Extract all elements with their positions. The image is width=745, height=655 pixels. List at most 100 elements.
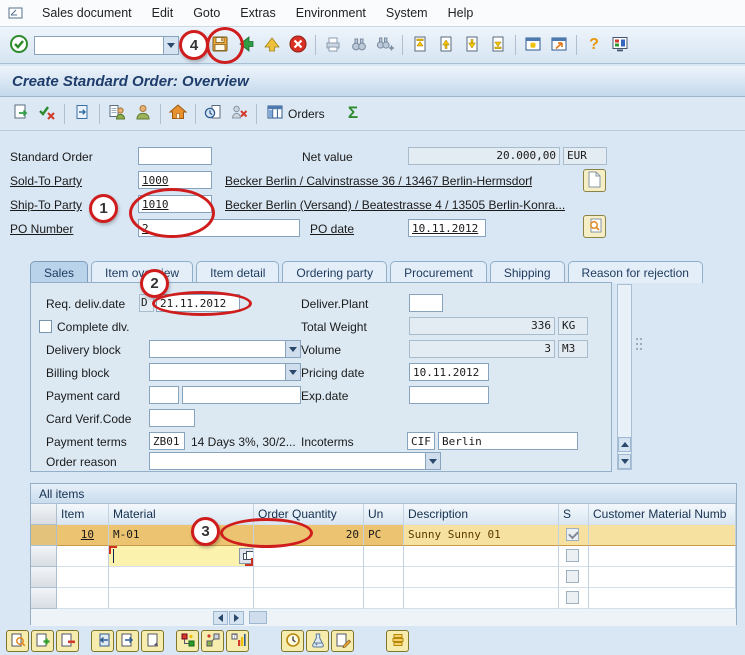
header-details-button[interactable] <box>583 215 606 238</box>
menu-item-sales-document[interactable]: Sales document <box>32 3 142 23</box>
organizational-data-button[interactable] <box>165 101 191 126</box>
availability-check-button[interactable] <box>281 630 304 652</box>
enter-button[interactable] <box>6 33 32 58</box>
cell-item[interactable] <box>57 546 109 567</box>
cell-item[interactable] <box>57 567 109 588</box>
menu-item-edit[interactable]: Edit <box>142 3 184 23</box>
item-schedule-lines-button[interactable] <box>201 630 224 652</box>
po-number-label[interactable]: PO Number <box>10 220 73 238</box>
status-checkbox[interactable] <box>566 570 579 583</box>
cell-order-quantity[interactable] <box>254 588 364 609</box>
new-session-button[interactable] <box>520 33 546 58</box>
cell-item[interactable] <box>57 588 109 609</box>
insert-row-button[interactable] <box>31 630 54 652</box>
cumulate-button[interactable] <box>386 630 409 652</box>
status-checkbox[interactable] <box>566 528 579 541</box>
ship-to-party-input[interactable] <box>138 195 212 213</box>
cell-material-focused[interactable] <box>109 546 254 567</box>
save-button[interactable] <box>207 33 233 58</box>
cell-customer-material[interactable] <box>589 567 736 588</box>
help-button[interactable]: ? <box>581 33 607 58</box>
previous-page-button[interactable] <box>433 33 459 58</box>
tab-reason-for-rejection[interactable]: Reason for rejection <box>568 261 703 283</box>
tab-item-detail[interactable]: Item detail <box>196 261 279 283</box>
cell-order-quantity[interactable] <box>254 567 364 588</box>
order-reason-select[interactable] <box>149 452 441 470</box>
panel-resize-grip[interactable] <box>636 338 644 352</box>
matchcode-button[interactable] <box>239 548 254 564</box>
propose-items-button[interactable] <box>116 630 139 652</box>
billing-block-select[interactable] <box>149 363 301 381</box>
scrollbar-thumb[interactable] <box>249 611 267 624</box>
standard-order-input[interactable] <box>138 147 212 165</box>
incoterms-code-input[interactable] <box>407 432 435 450</box>
po-date-input[interactable] <box>408 219 486 237</box>
last-page-button[interactable] <box>485 33 511 58</box>
row-selector[interactable] <box>31 588 57 609</box>
cell-description[interactable] <box>404 588 559 609</box>
partner-button[interactable] <box>130 101 156 126</box>
menu-item-system[interactable]: System <box>376 3 438 23</box>
delivery-block-select[interactable] <box>149 340 301 358</box>
menu-item-environment[interactable]: Environment <box>286 3 376 23</box>
first-page-button[interactable] <box>407 33 433 58</box>
cell-order-quantity[interactable]: 20 <box>254 525 364 546</box>
find-next-button[interactable] <box>372 33 398 58</box>
pricing-date-input[interactable] <box>409 363 489 381</box>
po-date-label[interactable]: PO date <box>310 220 354 238</box>
create-shortcut-button[interactable] <box>546 33 572 58</box>
tab-shipping[interactable]: Shipping <box>490 261 565 283</box>
status-checkbox[interactable] <box>566 591 579 604</box>
chevron-down-icon[interactable] <box>425 453 440 469</box>
header-text-button[interactable] <box>583 169 606 192</box>
command-dropdown-icon[interactable] <box>164 36 179 55</box>
sales-panel-scrollbar[interactable] <box>617 284 632 470</box>
cell-material[interactable] <box>109 567 254 588</box>
item-availability-chart-button[interactable]: 7 <box>226 630 249 652</box>
complete-delivery-checkbox[interactable] <box>39 320 52 333</box>
cell-unit[interactable] <box>364 546 404 567</box>
find-button[interactable] <box>346 33 372 58</box>
customize-layout-button[interactable] <box>607 33 633 58</box>
cell-customer-material[interactable] <box>589 588 736 609</box>
sold-to-address-link[interactable]: Becker Berlin / Calvinstrasse 36 / 13467… <box>225 172 532 190</box>
system-menu-icon[interactable] <box>6 4 26 22</box>
scroll-up-button[interactable] <box>618 437 631 452</box>
incoterms-location-input[interactable] <box>438 432 578 450</box>
display-item-range-button[interactable] <box>141 630 164 652</box>
back-button[interactable] <box>233 33 259 58</box>
sum-button[interactable]: Σ <box>340 101 366 126</box>
create-with-reference-button[interactable] <box>8 101 34 126</box>
tab-item-overview[interactable]: Item overview <box>91 261 193 283</box>
sold-to-party-input[interactable] <box>138 171 212 189</box>
card-verif-code-input[interactable] <box>149 409 195 427</box>
tab-procurement[interactable]: Procurement <box>390 261 487 283</box>
cell-customer-material[interactable] <box>589 546 736 567</box>
exp-date-input[interactable] <box>409 386 489 404</box>
deliver-plant-input[interactable] <box>409 294 443 312</box>
command-input[interactable] <box>34 36 164 55</box>
item-conditions-button[interactable] <box>176 630 199 652</box>
item-configuration-button[interactable] <box>306 630 329 652</box>
display-availability-button[interactable] <box>200 101 226 126</box>
cell-order-quantity[interactable] <box>254 546 364 567</box>
cell-material[interactable] <box>109 588 254 609</box>
orders-button[interactable]: Orders <box>261 100 330 127</box>
row-selector[interactable] <box>31 567 57 588</box>
scroll-right-button[interactable] <box>229 611 244 625</box>
reject-document-button[interactable] <box>226 101 252 126</box>
payment-card-number-input[interactable] <box>182 386 301 404</box>
print-button[interactable] <box>320 33 346 58</box>
req-deliv-date-input[interactable] <box>156 294 240 312</box>
payment-card-type-input[interactable] <box>149 386 179 404</box>
payment-terms-code-input[interactable] <box>149 432 185 450</box>
items-horizontal-scrollbar[interactable] <box>31 609 736 626</box>
menu-item-goto[interactable]: Goto <box>183 3 230 23</box>
exit-button[interactable] <box>259 33 285 58</box>
tab-ordering-party[interactable]: Ordering party <box>282 261 387 283</box>
copy-item-button[interactable] <box>91 630 114 652</box>
sold-to-party-label[interactable]: Sold-To Party <box>10 172 82 190</box>
item-text-button[interactable] <box>331 630 354 652</box>
item-details-button[interactable] <box>6 630 29 652</box>
sold-to-party-display-button[interactable] <box>104 101 130 126</box>
